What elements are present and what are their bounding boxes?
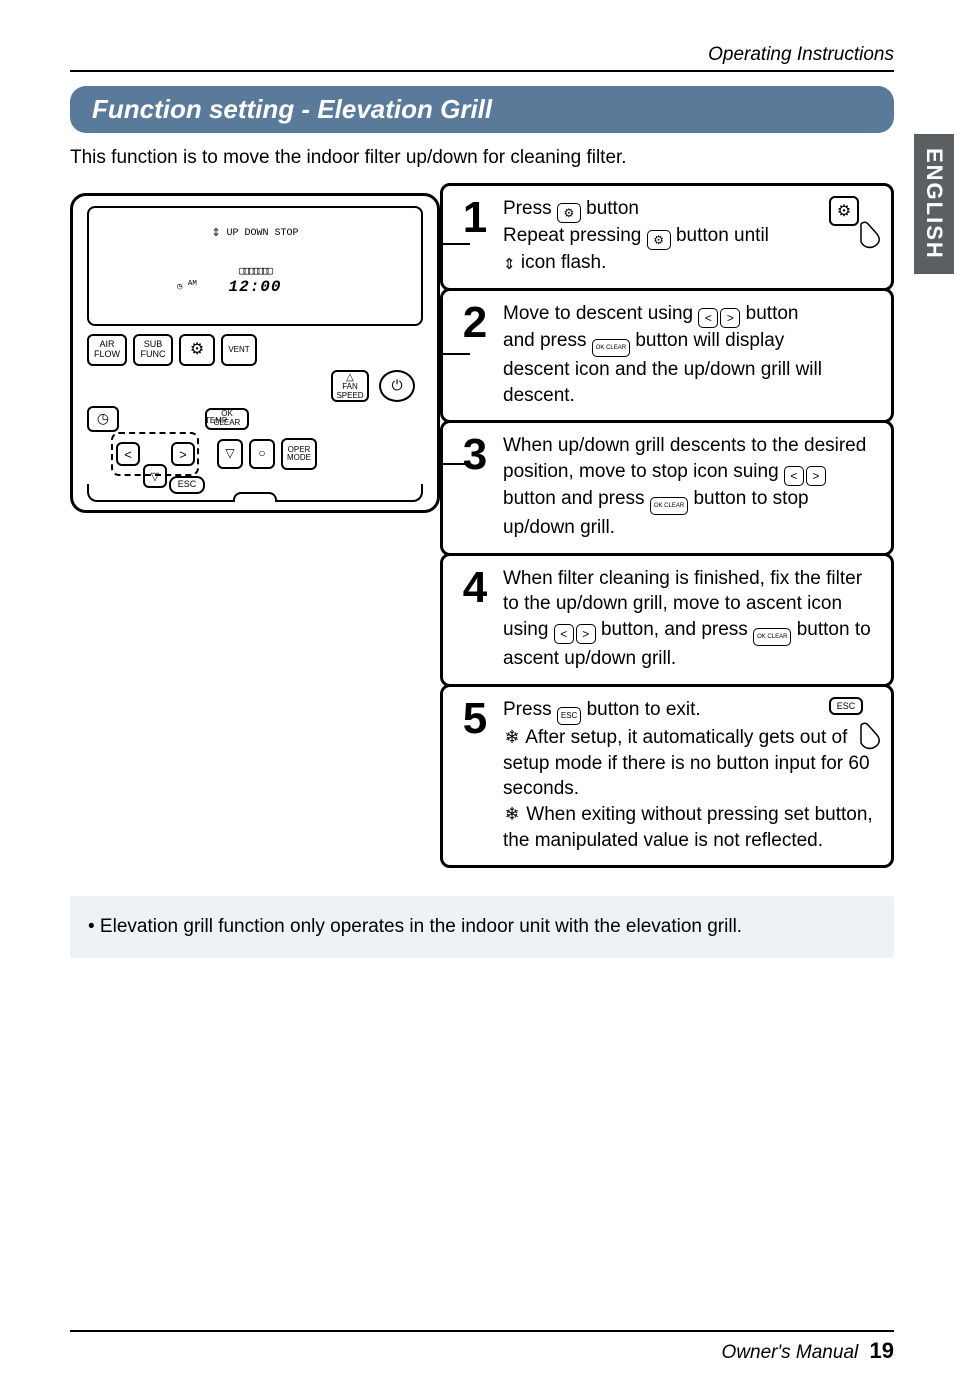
lcd-status-label: ⇕ UP DOWN STOP <box>211 222 298 241</box>
snowflake-icon: ❄ <box>503 725 521 749</box>
step-number: 3 <box>457 433 493 477</box>
lcd-ampm-text: AM <box>188 280 197 288</box>
clock-button[interactable]: ◷ <box>87 406 119 432</box>
step-4: 4 When filter cleaning is finished, fix … <box>440 553 894 687</box>
step-2: 2 Move to descent using < > button and p… <box>440 288 894 423</box>
header-rule <box>70 70 894 72</box>
step1-text-b: button <box>586 198 639 219</box>
step3-text-b: button and press <box>503 488 650 509</box>
step1-text-e: icon flash. <box>521 252 607 273</box>
remote-btn-row-3: ◷ OK CLEAR <box>87 406 423 432</box>
opermode-button[interactable]: OPER MODE <box>281 438 317 470</box>
subfunc-button[interactable]: SUB FUNC <box>133 334 173 366</box>
remote-btn-row-1: AIR FLOW SUB FUNC ⚙ VENT <box>87 334 423 366</box>
page-title: Function setting - Elevation Grill <box>92 94 492 124</box>
step-body: Press ⚙ button Repeat pressing ⚙ button … <box>503 196 877 276</box>
left-button[interactable]: < <box>116 442 140 466</box>
footer-label: Owner's Manual <box>722 1342 859 1363</box>
gear-button[interactable]: ⚙ <box>179 334 215 366</box>
hand-icon <box>855 220 885 250</box>
circle-button[interactable]: ○ <box>249 439 275 469</box>
note-text: • Elevation grill function only operates… <box>88 916 742 937</box>
esc-icon: ESC <box>829 697 863 715</box>
step-number: 4 <box>457 566 493 610</box>
hand-icon <box>855 721 885 751</box>
page-number: 19 <box>870 1338 894 1363</box>
fanspeed-button[interactable]: △ FAN SPEED <box>331 370 369 402</box>
vent-button[interactable]: VENT <box>221 334 257 366</box>
lcd-mode-icons: ▢▢▢▢▢▢▢ <box>239 264 271 278</box>
left-icon: < <box>698 308 718 328</box>
remote-bottom-notch <box>233 492 277 502</box>
step-body: When up/down grill descents to the desir… <box>503 433 877 540</box>
left-right-icon-pair: < > <box>784 466 826 486</box>
step5-bullet-1: After setup, it automatically gets out o… <box>503 727 870 799</box>
right-icon: > <box>720 308 740 328</box>
running-head: Operating Instructions <box>70 44 894 66</box>
step-number: 2 <box>457 301 493 345</box>
okclear-icon: OK CLEAR <box>650 497 688 515</box>
step-body: Press ESC button to exit. ❄ After setup,… <box>503 697 877 854</box>
step-body: When filter cleaning is finished, fix th… <box>503 566 877 672</box>
step-3: 3 When up/down grill descents to the des… <box>440 420 894 555</box>
step5-text-b: button to exit. <box>587 699 701 720</box>
right-icon: > <box>576 624 596 644</box>
step5-bullet-2: When exiting without pressing set button… <box>503 804 873 851</box>
step-1: 1 Press ⚙ button Repeat pressing ⚙ butto… <box>440 183 894 291</box>
step1-text-d: button until <box>676 225 769 246</box>
fanspeed-label: FAN SPEED <box>336 383 363 401</box>
step2-text-c: and press <box>503 330 592 351</box>
temp-down-button[interactable]: ▽ <box>217 439 243 469</box>
intro-text: This function is to move the indoor filt… <box>70 147 894 169</box>
updown-icon: ⇕ <box>211 222 220 241</box>
right-button[interactable]: > <box>171 442 195 466</box>
right-icon: > <box>806 466 826 486</box>
press-gear-graphic: ⚙ <box>829 196 881 248</box>
lcd-status-text: UP DOWN STOP <box>227 228 299 239</box>
language-tab: ENGLISH <box>914 134 954 274</box>
temp-label: TEMP <box>205 416 227 425</box>
okclear-icon: OK CLEAR <box>753 628 791 646</box>
clock-glyph-icon: ◷ <box>177 282 182 292</box>
updown-icon: ⇕ <box>503 255 516 275</box>
arrow-pad-highlight: < > ▽ <box>111 432 199 476</box>
step2-text-b: button <box>746 303 799 324</box>
lcd-clock: 12:00 <box>228 278 281 296</box>
step4-text-b: button, and press <box>601 619 753 640</box>
step2-text-e: descent icon and the up/down grill will … <box>503 359 822 406</box>
step1-text-a: Press <box>503 198 557 219</box>
gear-icon: ⚙ <box>557 203 581 223</box>
airflow-button[interactable]: AIR FLOW <box>87 334 127 366</box>
remote-lcd: ⇕ UP DOWN STOP ▢▢▢▢▢▢▢ ◷ AM 12:00 <box>87 206 423 326</box>
content-row: ⇕ UP DOWN STOP ▢▢▢▢▢▢▢ ◷ AM 12:00 AIR FL… <box>70 183 894 868</box>
step2-text-d: button will display <box>635 330 784 351</box>
step1-text-c: Repeat pressing <box>503 225 647 246</box>
lcd-ampm: ◷ AM <box>177 280 197 292</box>
step2-text-a: Move to descent using <box>503 303 698 324</box>
step-number: 5 <box>457 697 493 741</box>
esc-icon: ESC <box>557 707 581 725</box>
gear-icon: ⚙ <box>647 230 671 250</box>
left-right-icon-pair: < > <box>554 624 596 644</box>
power-button[interactable]: ⏻ <box>379 370 415 402</box>
step5-text-a: Press <box>503 699 557 720</box>
footer: Owner's Manual 19 <box>70 1330 894 1364</box>
left-icon: < <box>554 624 574 644</box>
snowflake-icon: ❄ <box>503 802 521 826</box>
left-icon: < <box>784 466 804 486</box>
page-title-bar: Function setting - Elevation Grill <box>70 86 894 133</box>
remote-frame: ⇕ UP DOWN STOP ▢▢▢▢▢▢▢ ◷ AM 12:00 AIR FL… <box>70 193 440 513</box>
note-box: • Elevation grill function only operates… <box>70 896 894 958</box>
step-body: Move to descent using < > button and pre… <box>503 301 877 408</box>
left-right-icon-pair: < > <box>698 308 740 328</box>
remote-btn-row-2: △ FAN SPEED ⏻ <box>87 370 423 402</box>
steps-column: 1 Press ⚙ button Repeat pressing ⚙ butto… <box>440 183 894 868</box>
remote-diagram: ⇕ UP DOWN STOP ▢▢▢▢▢▢▢ ◷ AM 12:00 AIR FL… <box>70 183 440 513</box>
okclear-icon: OK CLEAR <box>592 339 630 357</box>
step-5: 5 Press ESC button to exit. ❄ After setu… <box>440 684 894 869</box>
press-esc-graphic: ESC <box>829 697 881 749</box>
step-number: 1 <box>457 196 493 240</box>
